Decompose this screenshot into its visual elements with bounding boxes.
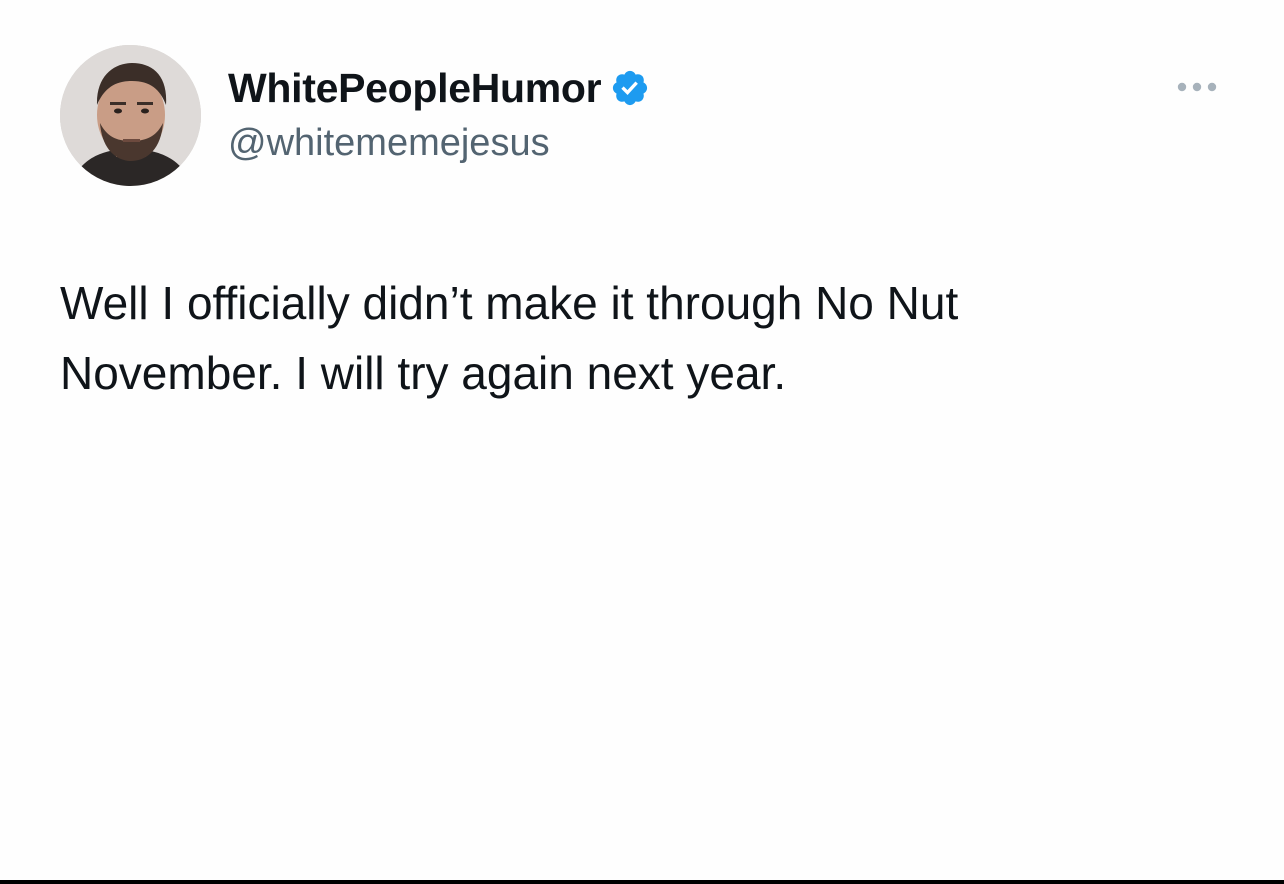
more-options-icon (1177, 82, 1217, 92)
tweet-card: WhitePeopleHumor @whitememejesus Well I … (0, 0, 1284, 880)
author-avatar[interactable] (60, 45, 201, 186)
more-options-button[interactable] (1170, 72, 1224, 102)
author-handle[interactable]: @whitememejesus (228, 122, 550, 165)
page: WhitePeopleHumor @whitememejesus Well I … (0, 0, 1284, 884)
verified-badge-icon (610, 68, 650, 108)
author-display-name[interactable]: WhitePeopleHumor (228, 65, 602, 112)
avatar-photo-icon (60, 45, 201, 186)
tweet-text: Well I officially didn’t make it through… (60, 277, 959, 399)
bottom-divider (0, 880, 1284, 884)
author-name-row: WhitePeopleHumor (228, 58, 650, 118)
